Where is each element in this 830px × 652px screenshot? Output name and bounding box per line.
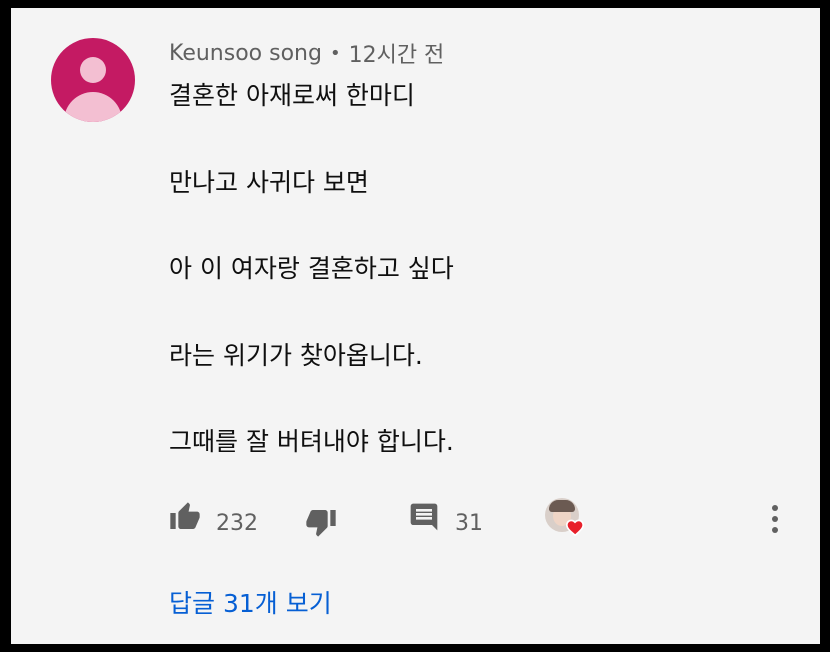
screenshot-frame: Keunsoo song • 12시간 전 결혼한 아재로써 한마디 만나고 사… [0, 0, 830, 652]
comment-line-4: 라는 위기가 찾아옵니다. [169, 341, 423, 370]
more-vertical-icon[interactable] [765, 502, 785, 536]
like-count: 232 [216, 511, 258, 536]
creator-heart-badge [545, 498, 585, 538]
avatar-head [80, 57, 106, 83]
heart-icon [565, 519, 585, 536]
comment-time[interactable]: 12시간 전 [349, 37, 445, 69]
thumbs-down-icon[interactable] [305, 506, 337, 538]
avatar-body [64, 92, 122, 122]
comment-line-2: 만나고 사귀다 보면 [169, 168, 369, 197]
comment-line-3: 아 이 여자랑 결혼하고 싶다 [169, 254, 454, 283]
comment-line-5: 그때를 잘 버텨내야 합니다. [169, 427, 454, 456]
comment-card: Keunsoo song • 12시간 전 결혼한 아재로써 한마디 만나고 사… [11, 8, 820, 644]
reply-count: 31 [455, 511, 483, 536]
author-avatar[interactable] [51, 38, 135, 122]
thumbs-up-icon[interactable] [169, 501, 201, 533]
comment-line-1: 결혼한 아재로써 한마디 [169, 81, 415, 110]
meta-separator: • [329, 42, 341, 64]
author-name[interactable]: Keunsoo song [169, 41, 322, 66]
comment-header: Keunsoo song • 12시간 전 [169, 37, 445, 69]
creator-avatar-hair [549, 500, 575, 512]
comment-icon[interactable] [408, 501, 440, 533]
view-replies-link[interactable]: 답글 31개 보기 [169, 588, 332, 620]
